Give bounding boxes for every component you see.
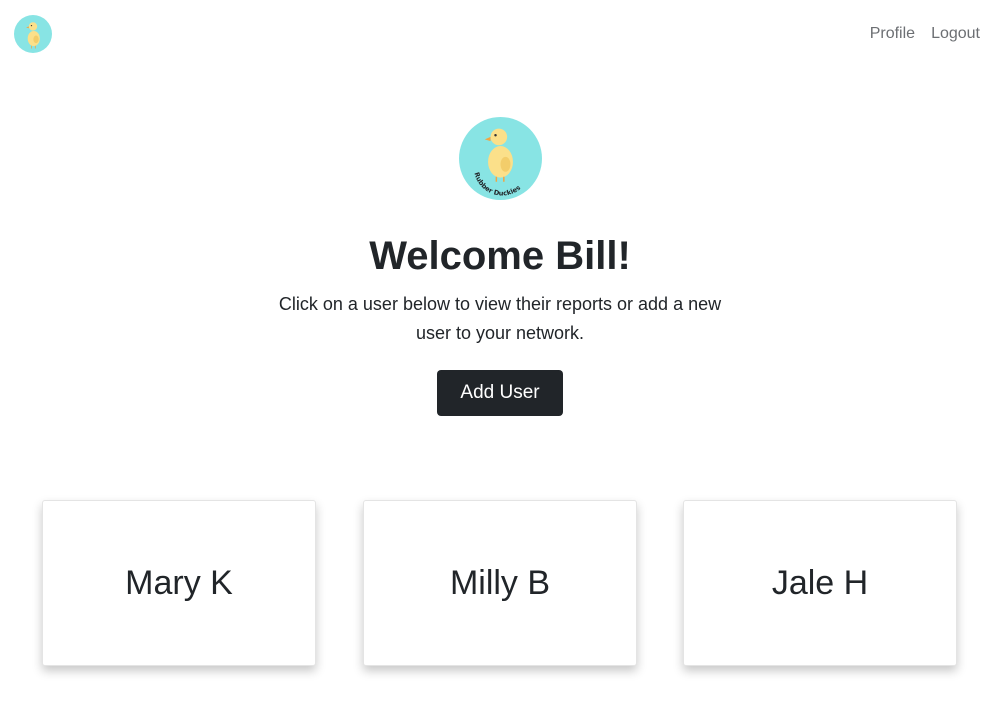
welcome-subtitle: Click on a user below to view their repo…	[278, 294, 722, 343]
profile-link[interactable]: Profile	[870, 25, 915, 43]
user-card[interactable]: Milly B	[363, 500, 637, 666]
add-user-button[interactable]: Add User	[437, 370, 563, 416]
user-card-name: Jale H	[771, 563, 869, 602]
user-card[interactable]: Jale H	[683, 500, 957, 666]
navbar: Profile Logout	[0, 0, 1000, 70]
user-card[interactable]: Mary K	[42, 500, 316, 666]
rubber-duck-logo-icon: Rubber Duckies	[472, 128, 522, 198]
rubber-duck-logo-icon	[26, 22, 40, 49]
nav-links: Profile Logout	[870, 25, 980, 43]
user-card-name: Mary K	[125, 563, 233, 602]
hero-logo: Rubber Duckies	[459, 117, 542, 200]
welcome-title: Welcome Bill!	[369, 234, 631, 278]
nav-logo[interactable]	[14, 15, 52, 53]
user-card-name: Milly B	[449, 563, 551, 602]
logout-link[interactable]: Logout	[931, 25, 980, 43]
